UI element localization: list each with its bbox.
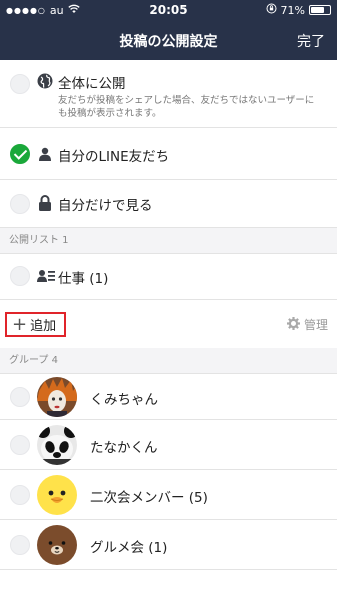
group-name-tanaka: たなかくん [90, 440, 158, 456]
list-radio[interactable] [10, 266, 30, 286]
public-radio[interactable] [10, 74, 30, 94]
globe-icon [37, 73, 53, 89]
private-radio[interactable] [10, 194, 30, 214]
avatar-kumi [37, 377, 77, 417]
public-label: 全体に公開 [58, 76, 126, 92]
public-description: 友だちが投稿をシェアした場合、友だちではないユーザーにも投稿が表示されます。 [58, 95, 315, 119]
group-item-nijikai[interactable]: 二次会メンバー (5) [0, 470, 337, 520]
group-radio[interactable] [10, 535, 30, 555]
avatar-sally [37, 475, 77, 515]
gear-icon [286, 316, 300, 333]
group-item-gurume[interactable]: グルメ会 (1) [0, 520, 337, 570]
person-list-icon [37, 268, 55, 284]
avatar-brown [37, 525, 77, 565]
group-name-nijikai: 二次会メンバー (5) [90, 490, 208, 506]
add-button[interactable]: + 追加 [5, 312, 66, 337]
group-radio[interactable] [10, 387, 30, 407]
group-item-tanaka[interactable]: たなかくん [0, 420, 337, 470]
group-name-kumi: くみちゃん [90, 392, 159, 408]
lock-icon [37, 195, 53, 211]
orientation-lock-icon [266, 3, 277, 17]
plus-icon: + [12, 313, 28, 335]
private-label: 自分だけで見る [58, 198, 153, 214]
person-icon [37, 146, 53, 162]
option-friends[interactable]: 自分のLINE友だち [0, 128, 337, 180]
manage-label: 管理 [303, 318, 328, 332]
group-name-gurume: グルメ会 (1) [90, 540, 168, 556]
avatar-tanaka [37, 425, 77, 465]
option-private[interactable]: 自分だけで見る [0, 180, 337, 228]
nav-bar: 投稿の公開設定 完了 [0, 20, 337, 60]
status-bar: ●●●●○ au 20:05 71% [0, 0, 337, 20]
option-public[interactable]: 全体に公開 友だちが投稿をシェアした場合、友だちではないユーザーにも投稿が表示さ… [0, 60, 337, 128]
battery-icon [309, 5, 331, 15]
list-item[interactable]: 仕事 (1) [0, 254, 337, 300]
battery-fill [311, 7, 324, 13]
group-item-kumi[interactable]: くみちゃん [0, 374, 337, 420]
page-title: 投稿の公開設定 [119, 34, 218, 50]
list-label: 仕事 (1) [58, 271, 109, 287]
status-right: 71% [266, 3, 331, 17]
battery-percent: 71% [280, 3, 305, 17]
friends-radio-checked[interactable] [10, 144, 30, 164]
manage-button[interactable]: 管理 [286, 316, 328, 333]
done-button[interactable]: 完了 [297, 31, 325, 51]
public-list-header: 公開リスト 1 [0, 228, 337, 254]
group-header: グループ 4 [0, 348, 337, 374]
group-radio[interactable] [10, 485, 30, 505]
group-radio[interactable] [10, 435, 30, 455]
friends-label: 自分のLINE友だち [58, 149, 170, 165]
add-label: 追加 [30, 319, 57, 334]
